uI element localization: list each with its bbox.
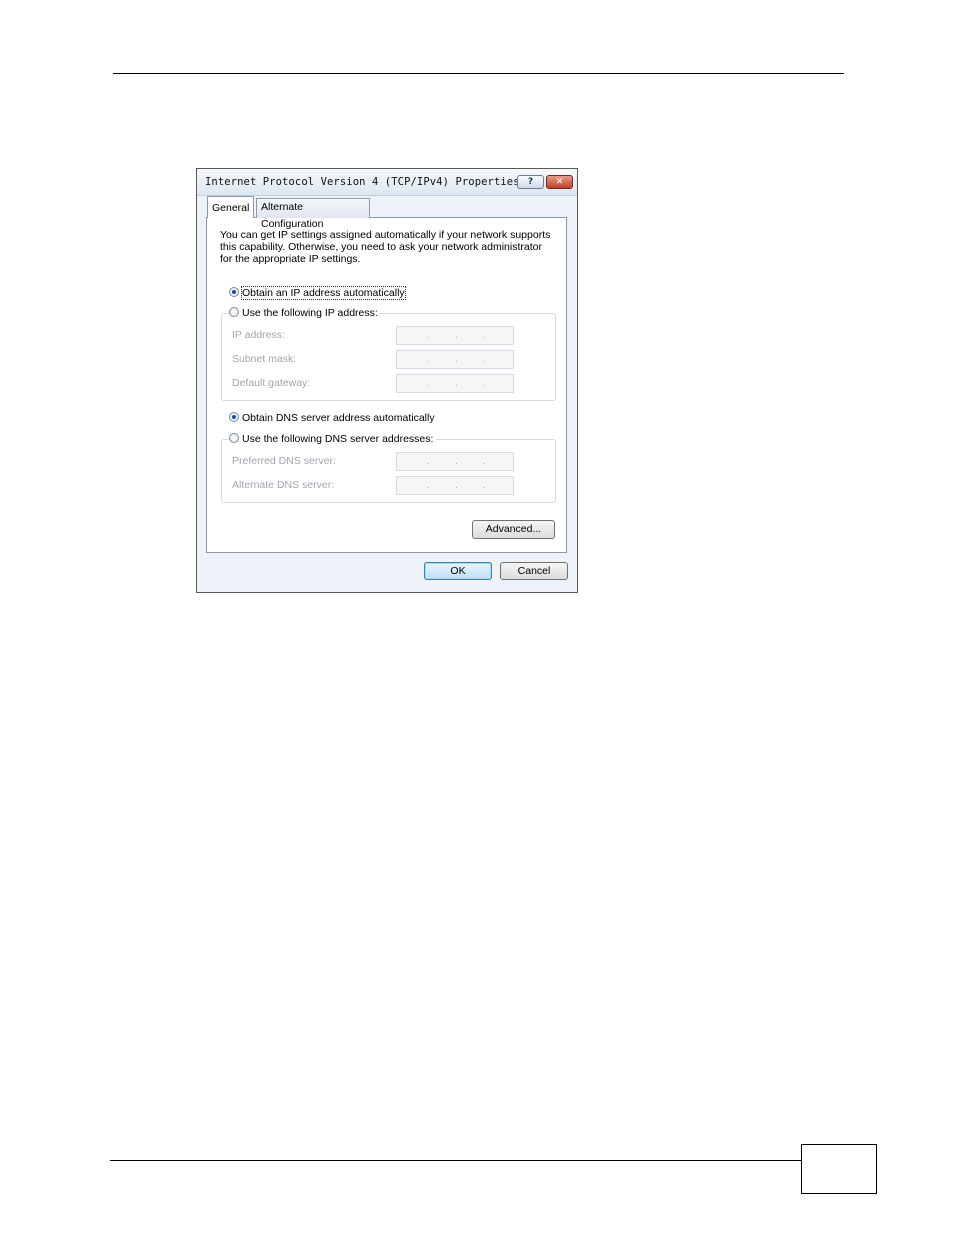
description-line: You can get IP settings assigned automat… [220, 229, 551, 241]
use-static-ip-label: Use the following IP address: [242, 307, 378, 319]
footer-rule [110, 1160, 802, 1161]
description-text: You can get IP settings assigned automat… [220, 229, 555, 265]
preferred-dns-input[interactable]: . . . [396, 452, 514, 471]
ip-separator: . [483, 456, 486, 467]
alternate-dns-input[interactable]: . . . [396, 476, 514, 495]
ip-separator: . [483, 330, 486, 341]
ip-separator: . [427, 354, 430, 365]
alternate-dns-label: Alternate DNS server: [232, 479, 335, 491]
default-gateway-label: Default gateway: [232, 377, 311, 389]
preferred-dns-label: Preferred DNS server: [232, 455, 336, 467]
default-gateway-input[interactable]: . . . [396, 374, 514, 393]
obtain-dns-auto-option[interactable]: Obtain DNS server address automatically [229, 412, 435, 424]
ip-separator: . [483, 480, 486, 491]
close-button[interactable]: ✕ [546, 175, 573, 189]
tab-general[interactable]: General [207, 196, 255, 218]
use-static-ip-option[interactable]: Use the following IP address: [229, 307, 381, 319]
tab-alternate-configuration[interactable]: Alternate Configuration [256, 198, 370, 230]
header-rule [113, 73, 844, 74]
obtain-dns-auto-radio[interactable] [229, 412, 239, 423]
ip-separator: . [483, 354, 486, 365]
ip-separator: . [455, 378, 458, 389]
tab-general-label: General [212, 202, 250, 214]
obtain-ip-auto-option[interactable]: Obtain an IP address automatically [229, 286, 406, 300]
ip-separator: . [427, 456, 430, 467]
dialog-title: Internet Protocol Version 4 (TCP/IPv4) P… [205, 176, 520, 188]
page-number-box [801, 1144, 877, 1194]
ip-address-label: IP address: [232, 329, 285, 341]
ip-separator: . [427, 330, 430, 341]
description-line: this capability. Otherwise, you need to … [220, 241, 542, 253]
help-icon: ? [527, 177, 534, 187]
ip-separator: . [483, 378, 486, 389]
ip-separator: . [455, 330, 458, 341]
advanced-button[interactable]: Advanced... [472, 520, 555, 539]
obtain-dns-auto-label: Obtain DNS server address automatically [242, 412, 435, 424]
help-button[interactable]: ? [517, 175, 544, 189]
ip-separator: . [455, 456, 458, 467]
tab-alternate-configuration-label: Alternate Configuration [261, 201, 324, 230]
obtain-ip-auto-label: Obtain an IP address automatically [241, 286, 406, 300]
cancel-button[interactable]: Cancel [500, 562, 568, 580]
ip-address-input[interactable]: . . . [396, 326, 514, 345]
use-static-dns-option[interactable]: Use the following DNS server addresses: [229, 433, 437, 445]
ok-button[interactable]: OK [424, 562, 492, 580]
obtain-ip-auto-radio[interactable] [229, 287, 239, 298]
subnet-mask-label: Subnet mask: [232, 353, 297, 365]
ip-separator: . [427, 378, 430, 389]
description-line: for the appropriate IP settings. [220, 253, 361, 265]
close-icon: ✕ [555, 177, 564, 187]
use-static-ip-radio[interactable] [229, 307, 239, 318]
use-static-dns-radio[interactable] [229, 433, 239, 444]
title-bar[interactable]: Internet Protocol Version 4 (TCP/IPv4) P… [197, 169, 577, 196]
ip-separator: . [455, 480, 458, 491]
subnet-mask-input[interactable]: . . . [396, 350, 514, 369]
ip-separator: . [455, 354, 458, 365]
use-static-dns-label: Use the following DNS server addresses: [242, 433, 434, 445]
ip-separator: . [427, 480, 430, 491]
